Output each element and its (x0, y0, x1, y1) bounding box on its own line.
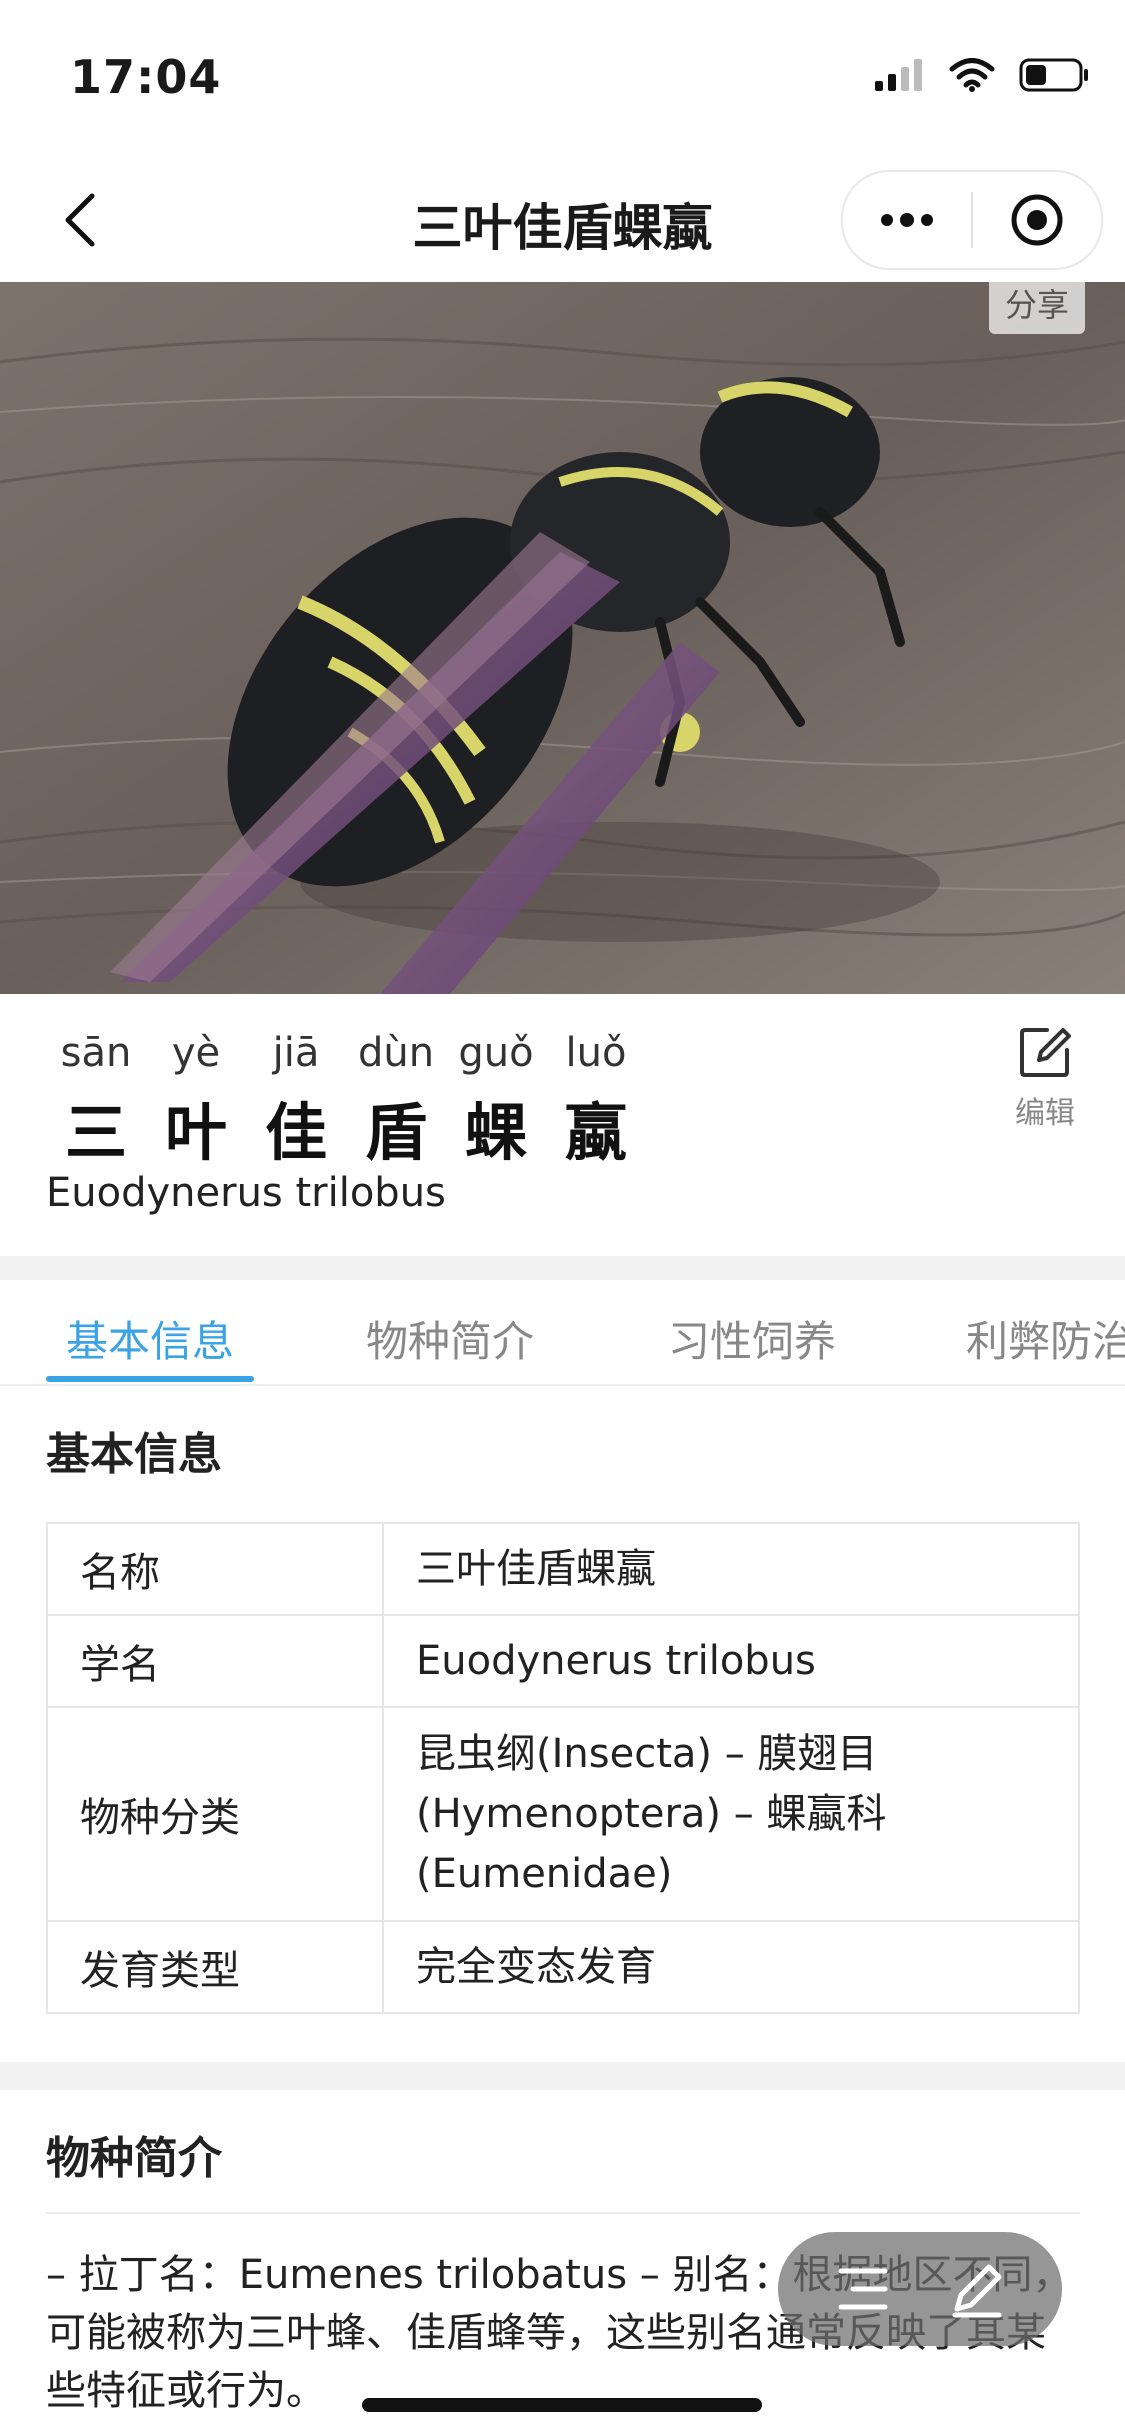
pen-icon[interactable] (945, 2257, 1009, 2321)
intro-title: 物种简介 (46, 2133, 222, 2184)
section-divider (0, 1256, 1125, 1280)
tab-habits-rearing[interactable]: 习性饲养 (668, 1308, 836, 1369)
active-tab-indicator (46, 1376, 254, 1382)
tab-pros-cons-control[interactable]: 利弊防治 (966, 1308, 1125, 1369)
row-key: 物种分类 (46, 1706, 384, 1922)
row-value-line: 三叶佳盾蜾蠃 (416, 1546, 656, 1592)
wasp-photo-illustration (0, 282, 1125, 994)
row-key: 发育类型 (46, 1920, 384, 2014)
row-key: 学名 (46, 1614, 384, 1708)
more-button[interactable] (843, 172, 971, 268)
status-bar: 17:04 (0, 0, 1125, 160)
pinyin-3: jiā (272, 1030, 320, 1076)
intro-divider (46, 2212, 1080, 2214)
nav-bar: 三叶佳盾蜾蠃 (0, 160, 1125, 282)
edit-icon (1020, 1028, 1071, 1077)
status-time: 17:04 (70, 50, 222, 104)
hanzi-6: 蠃 (564, 1096, 627, 1169)
pinyin-4: dùn (357, 1030, 435, 1076)
edit-button[interactable]: 编辑 (985, 1024, 1105, 1132)
table-row: 学名 Euodynerus trilobus (46, 1614, 1080, 1708)
share-chip[interactable]: 分享 (988, 282, 1085, 334)
home-indicator (362, 2398, 762, 2412)
hanzi-3: 佳 (264, 1096, 327, 1169)
species-photo[interactable]: 分享 (0, 282, 1125, 994)
tab-bar: 基本信息 物种简介 习性饲养 利弊防治 (0, 1280, 1125, 1386)
row-value-line: 完全变态发育 (416, 1944, 656, 1990)
pinyin-1: sān (60, 1030, 132, 1076)
row-value-line: (Hymenoptera) – 蜾蠃科 (416, 1791, 887, 1837)
signal-icon (875, 59, 922, 91)
row-value: 三叶佳盾蜾蠃 (382, 1522, 1080, 1616)
pinyin-2: yè (171, 1030, 221, 1076)
hanzi-5: 蜾 (464, 1096, 527, 1169)
row-value: Euodynerus trilobus (382, 1614, 1080, 1708)
pinyin-6: luǒ (565, 1030, 627, 1076)
hanzi-1: 三 (64, 1096, 127, 1169)
row-value-line: Euodynerus trilobus (416, 1638, 816, 1684)
edit-label: 编辑 (1015, 1096, 1075, 1131)
row-key: 名称 (46, 1522, 384, 1616)
battery-icon (1019, 58, 1088, 92)
miniprogram-capsule (841, 170, 1103, 270)
row-value: 完全变态发育 (382, 1920, 1080, 2014)
row-value: 昆虫纲(Insecta) – 膜翅目 (Hymenoptera) – 蜾蠃科 (… (382, 1706, 1080, 1922)
more-dots-icon (881, 213, 933, 227)
table-row: 名称 三叶佳盾蜾蠃 (46, 1522, 1080, 1616)
latin-name: Euodynerus trilobus (46, 1170, 446, 1216)
pinyin-row: sān yè jiā dùn guǒ luǒ (46, 1030, 646, 1076)
floating-action-pill (778, 2232, 1062, 2346)
species-header: sān yè jiā dùn guǒ luǒ 三 叶 佳 盾 蜾 蠃 Euody… (0, 994, 1125, 1256)
hanzi-2: 叶 (164, 1096, 227, 1169)
hanzi-4: 盾 (364, 1096, 427, 1169)
basic-info-table: 名称 三叶佳盾蜾蠃 学名 Euodynerus trilobus 物种分类 昆虫… (46, 1522, 1080, 2014)
basic-info-title: 基本信息 (46, 1429, 222, 1480)
status-icons (875, 58, 1089, 92)
row-value-line: 昆虫纲(Insecta) – 膜翅目 (416, 1731, 878, 1777)
table-row: 发育类型 完全变态发育 (46, 1920, 1080, 2014)
tab-species-intro[interactable]: 物种简介 (366, 1308, 534, 1369)
table-row: 物种分类 昆虫纲(Insecta) – 膜翅目 (Hymenoptera) – … (46, 1706, 1080, 1922)
hanzi-row: 三 叶 佳 盾 蜾 蠃 (46, 1082, 646, 1172)
row-value-line: (Eumenidae) (416, 1851, 673, 1897)
tab-basic-info[interactable]: 基本信息 (66, 1308, 234, 1369)
close-miniprogram-button[interactable] (973, 172, 1101, 268)
pinyin-5: guǒ (458, 1030, 534, 1076)
section-divider (0, 2062, 1125, 2090)
list-icon[interactable] (831, 2257, 895, 2321)
target-circle-icon (1011, 194, 1063, 246)
wifi-icon (949, 58, 995, 92)
